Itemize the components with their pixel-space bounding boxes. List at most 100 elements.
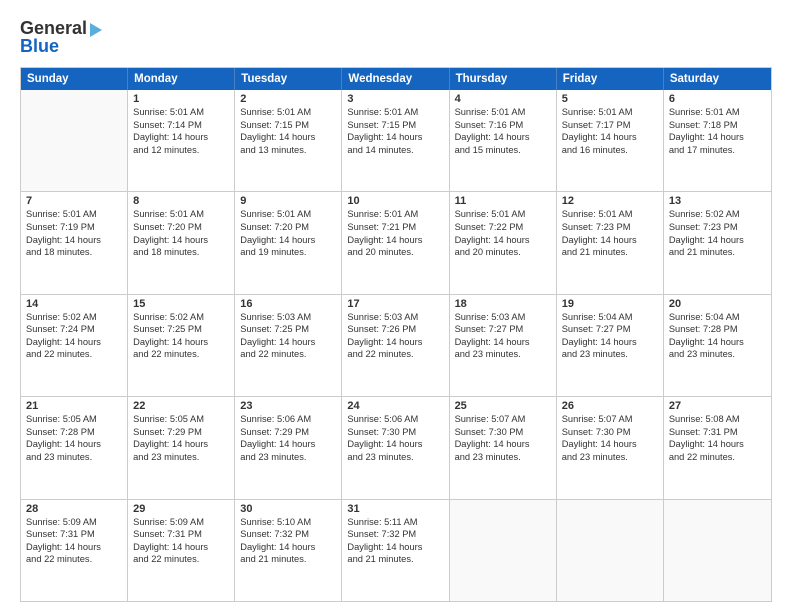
calendar-cell: 27Sunrise: 5:08 AMSunset: 7:31 PMDayligh… — [664, 397, 771, 498]
calendar-cell: 5Sunrise: 5:01 AMSunset: 7:17 PMDaylight… — [557, 90, 664, 191]
calendar-header-cell: Friday — [557, 68, 664, 90]
cell-line: Sunrise: 5:02 AM — [26, 311, 122, 324]
calendar-cell: 6Sunrise: 5:01 AMSunset: 7:18 PMDaylight… — [664, 90, 771, 191]
cell-line: Sunset: 7:17 PM — [562, 119, 658, 132]
cell-line: and 23 minutes. — [562, 451, 658, 464]
calendar-header-cell: Saturday — [664, 68, 771, 90]
cell-line: Sunset: 7:25 PM — [133, 323, 229, 336]
calendar-cell: 19Sunrise: 5:04 AMSunset: 7:27 PMDayligh… — [557, 295, 664, 396]
day-number: 18 — [455, 298, 551, 310]
cell-line: Sunset: 7:26 PM — [347, 323, 443, 336]
cell-line: Sunrise: 5:04 AM — [669, 311, 766, 324]
calendar-cell: 14Sunrise: 5:02 AMSunset: 7:24 PMDayligh… — [21, 295, 128, 396]
cell-line: Daylight: 14 hours — [133, 541, 229, 554]
day-number: 14 — [26, 298, 122, 310]
cell-line: Sunset: 7:23 PM — [562, 221, 658, 234]
cell-line: Sunrise: 5:09 AM — [26, 516, 122, 529]
cell-line: Sunset: 7:28 PM — [669, 323, 766, 336]
day-number: 6 — [669, 93, 766, 105]
calendar-cell: 18Sunrise: 5:03 AMSunset: 7:27 PMDayligh… — [450, 295, 557, 396]
calendar-header-cell: Tuesday — [235, 68, 342, 90]
day-number: 9 — [240, 195, 336, 207]
cell-line: and 22 minutes. — [347, 348, 443, 361]
cell-line: Daylight: 14 hours — [455, 234, 551, 247]
cell-line: Sunrise: 5:03 AM — [455, 311, 551, 324]
day-number: 31 — [347, 503, 443, 515]
calendar-cell: 1Sunrise: 5:01 AMSunset: 7:14 PMDaylight… — [128, 90, 235, 191]
cell-line: Daylight: 14 hours — [240, 438, 336, 451]
cell-line: Sunset: 7:29 PM — [133, 426, 229, 439]
page: General Blue SundayMondayTuesdayWednesda… — [0, 0, 792, 612]
cell-line: Daylight: 14 hours — [669, 336, 766, 349]
cell-line: Sunrise: 5:02 AM — [669, 208, 766, 221]
cell-line: Daylight: 14 hours — [669, 438, 766, 451]
cell-line: and 22 minutes. — [133, 348, 229, 361]
cell-line: Daylight: 14 hours — [347, 438, 443, 451]
cell-line: Sunset: 7:32 PM — [347, 528, 443, 541]
day-number: 19 — [562, 298, 658, 310]
cell-line: Daylight: 14 hours — [347, 234, 443, 247]
logo-arrow-icon — [90, 23, 102, 37]
cell-line: Sunset: 7:20 PM — [133, 221, 229, 234]
cell-line: Sunrise: 5:07 AM — [562, 413, 658, 426]
calendar-cell: 21Sunrise: 5:05 AMSunset: 7:28 PMDayligh… — [21, 397, 128, 498]
cell-line: and 15 minutes. — [455, 144, 551, 157]
calendar-cell: 11Sunrise: 5:01 AMSunset: 7:22 PMDayligh… — [450, 192, 557, 293]
cell-line: Sunset: 7:31 PM — [133, 528, 229, 541]
cell-line: Daylight: 14 hours — [562, 234, 658, 247]
day-number: 4 — [455, 93, 551, 105]
cell-line: Sunset: 7:18 PM — [669, 119, 766, 132]
calendar-row: 28Sunrise: 5:09 AMSunset: 7:31 PMDayligh… — [21, 499, 771, 601]
cell-line: Sunrise: 5:06 AM — [347, 413, 443, 426]
calendar-row: 7Sunrise: 5:01 AMSunset: 7:19 PMDaylight… — [21, 191, 771, 293]
cell-line: Sunset: 7:23 PM — [669, 221, 766, 234]
calendar-cell: 22Sunrise: 5:05 AMSunset: 7:29 PMDayligh… — [128, 397, 235, 498]
cell-line: Sunset: 7:30 PM — [455, 426, 551, 439]
header: General Blue — [20, 18, 772, 57]
cell-line: Daylight: 14 hours — [347, 336, 443, 349]
cell-line: and 17 minutes. — [669, 144, 766, 157]
day-number: 21 — [26, 400, 122, 412]
cell-line: Daylight: 14 hours — [240, 131, 336, 144]
day-number: 25 — [455, 400, 551, 412]
cell-line: Sunset: 7:16 PM — [455, 119, 551, 132]
calendar-cell — [450, 500, 557, 601]
calendar-cell: 31Sunrise: 5:11 AMSunset: 7:32 PMDayligh… — [342, 500, 449, 601]
cell-line: Sunrise: 5:01 AM — [347, 208, 443, 221]
cell-line: and 23 minutes. — [669, 348, 766, 361]
cell-line: Daylight: 14 hours — [562, 438, 658, 451]
cell-line: Sunrise: 5:09 AM — [133, 516, 229, 529]
day-number: 13 — [669, 195, 766, 207]
day-number: 24 — [347, 400, 443, 412]
cell-line: Daylight: 14 hours — [455, 438, 551, 451]
cell-line: Daylight: 14 hours — [455, 131, 551, 144]
cell-line: Daylight: 14 hours — [133, 234, 229, 247]
day-number: 27 — [669, 400, 766, 412]
calendar-cell: 30Sunrise: 5:10 AMSunset: 7:32 PMDayligh… — [235, 500, 342, 601]
cell-line: Sunrise: 5:05 AM — [133, 413, 229, 426]
cell-line: Sunrise: 5:03 AM — [240, 311, 336, 324]
calendar-cell: 13Sunrise: 5:02 AMSunset: 7:23 PMDayligh… — [664, 192, 771, 293]
cell-line: and 20 minutes. — [455, 246, 551, 259]
calendar-cell: 10Sunrise: 5:01 AMSunset: 7:21 PMDayligh… — [342, 192, 449, 293]
cell-line: and 13 minutes. — [240, 144, 336, 157]
cell-line: and 23 minutes. — [347, 451, 443, 464]
calendar-header-cell: Monday — [128, 68, 235, 90]
calendar-cell: 4Sunrise: 5:01 AMSunset: 7:16 PMDaylight… — [450, 90, 557, 191]
calendar-cell: 17Sunrise: 5:03 AMSunset: 7:26 PMDayligh… — [342, 295, 449, 396]
cell-line: Sunrise: 5:01 AM — [133, 208, 229, 221]
day-number: 1 — [133, 93, 229, 105]
calendar-cell — [664, 500, 771, 601]
cell-line: Sunrise: 5:02 AM — [133, 311, 229, 324]
calendar-header-cell: Sunday — [21, 68, 128, 90]
cell-line: Sunset: 7:21 PM — [347, 221, 443, 234]
day-number: 15 — [133, 298, 229, 310]
cell-line: and 23 minutes. — [562, 348, 658, 361]
cell-line: Sunrise: 5:01 AM — [240, 208, 336, 221]
cell-line: Sunrise: 5:01 AM — [562, 106, 658, 119]
cell-line: and 16 minutes. — [562, 144, 658, 157]
cell-line: Daylight: 14 hours — [347, 131, 443, 144]
cell-line: and 21 minutes. — [562, 246, 658, 259]
day-number: 5 — [562, 93, 658, 105]
cell-line: Daylight: 14 hours — [669, 234, 766, 247]
